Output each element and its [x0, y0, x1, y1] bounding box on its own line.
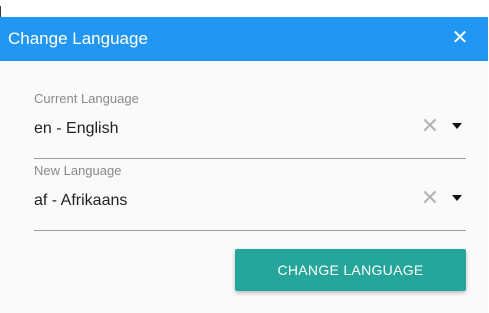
dialog-body: Current Language en - English ✕ New Lang…	[0, 61, 488, 313]
new-language-underline	[34, 230, 466, 231]
current-language-field: Current Language en - English ✕	[34, 91, 466, 161]
close-icon: ✕	[420, 113, 440, 138]
chevron-down-icon	[452, 195, 462, 201]
new-language-field: New Language af - Afrikaans ✕	[34, 163, 466, 233]
dialog-header: Change Language ✕	[0, 17, 488, 61]
current-language-value[interactable]: en - English	[34, 119, 119, 139]
clear-new-language-button[interactable]: ✕	[420, 185, 440, 210]
new-language-dropdown-button[interactable]	[450, 189, 464, 207]
dialog-title: Change Language	[8, 29, 148, 48]
new-language-value[interactable]: af - Afrikaans	[34, 191, 127, 211]
current-language-dropdown-button[interactable]	[450, 117, 464, 135]
close-icon: ✕	[451, 27, 469, 49]
current-language-underline	[34, 158, 466, 159]
change-language-button[interactable]: CHANGE LANGUAGE	[235, 249, 466, 291]
change-language-dialog: Change Language ✕ Current Language en - …	[0, 0, 488, 313]
current-language-label: Current Language	[34, 91, 139, 106]
chevron-down-icon	[452, 123, 462, 129]
close-button[interactable]: ✕	[448, 26, 472, 50]
window-top-space	[0, 0, 488, 6]
close-icon: ✕	[420, 185, 440, 210]
new-language-label: New Language	[34, 163, 122, 178]
clear-current-language-button[interactable]: ✕	[420, 113, 440, 138]
